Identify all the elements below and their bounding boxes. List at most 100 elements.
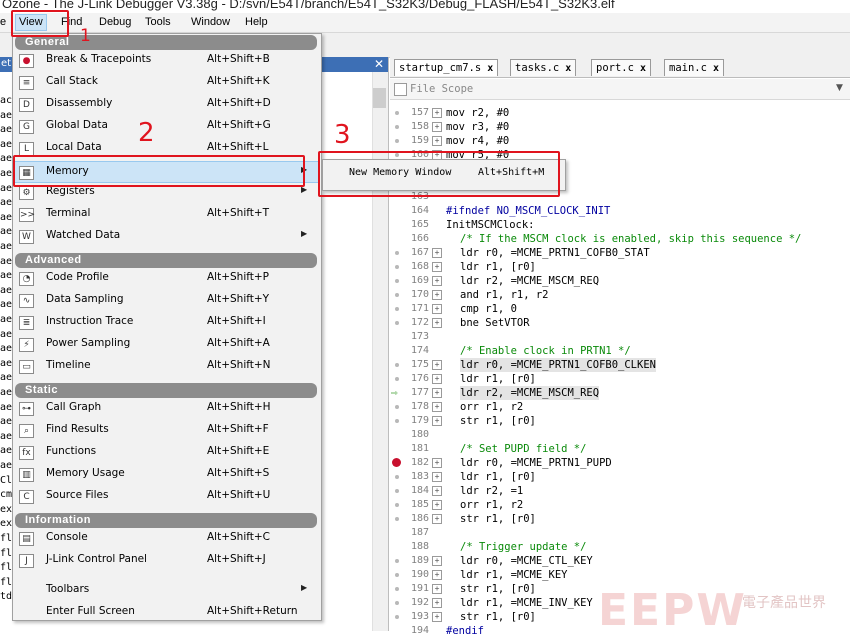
menu-item-instruction-trace[interactable]: ≣ Instruction Trace Alt+Shift+I bbox=[14, 312, 318, 333]
executable-line-icon[interactable] bbox=[395, 251, 399, 255]
source-line[interactable]: 172 + bne SetVTOR bbox=[390, 316, 850, 330]
menu-tools[interactable]: Tools bbox=[142, 15, 174, 30]
menu-item-enter-full-screen[interactable]: Enter Full Screen Alt+Shift+Return bbox=[14, 602, 318, 623]
close-icon[interactable]: x bbox=[487, 63, 493, 74]
expand-icon[interactable]: + bbox=[432, 514, 442, 524]
expand-icon[interactable]: + bbox=[432, 486, 442, 496]
menu-item-console[interactable]: ▤ Console Alt+Shift+C bbox=[14, 528, 318, 549]
source-line[interactable]: 186 + str r1, [r0] bbox=[390, 512, 850, 526]
expand-icon[interactable]: + bbox=[432, 136, 442, 146]
executable-line-icon[interactable] bbox=[395, 559, 399, 563]
expand-icon[interactable]: + bbox=[432, 290, 442, 300]
executable-line-icon[interactable] bbox=[395, 419, 399, 423]
source-line[interactable]: 165 InitMSCMClock: bbox=[390, 218, 850, 232]
source-line[interactable]: 174 /* Enable clock in PRTN1 */ bbox=[390, 344, 850, 358]
source-line[interactable]: 182 + ldr r0, =MCME_PRTN1_PUPD bbox=[390, 456, 850, 470]
menu-help[interactable]: Help bbox=[242, 15, 271, 30]
tab-port[interactable]: port.c x bbox=[591, 59, 651, 76]
expand-icon[interactable]: + bbox=[432, 388, 442, 398]
source-line[interactable]: 184 + ldr r2, =1 bbox=[390, 484, 850, 498]
menu-item-call-stack[interactable]: ≡ Call Stack Alt+Shift+K bbox=[14, 72, 318, 93]
executable-line-icon[interactable] bbox=[395, 377, 399, 381]
expand-icon[interactable]: + bbox=[432, 500, 442, 510]
source-line[interactable]: 190 + ldr r1, =MCME_KEY bbox=[390, 568, 850, 582]
source-line[interactable]: 179 + str r1, [r0] bbox=[390, 414, 850, 428]
menu-item-memory-usage[interactable]: ▥ Memory Usage Alt+Shift+S bbox=[14, 464, 318, 485]
source-line[interactable]: 170 + and r1, r1, r2 bbox=[390, 288, 850, 302]
menu-item-toolbars[interactable]: Toolbars ▶ bbox=[14, 580, 318, 601]
expand-icon[interactable]: + bbox=[432, 416, 442, 426]
expand-icon[interactable]: + bbox=[432, 598, 442, 608]
source-line[interactable]: 181 /* Set PUPD field */ bbox=[390, 442, 850, 456]
expand-icon[interactable]: + bbox=[432, 318, 442, 328]
close-icon[interactable]: x bbox=[640, 63, 646, 74]
expand-icon[interactable]: + bbox=[432, 458, 442, 468]
source-line[interactable]: 158 + mov r3, #0 bbox=[390, 120, 850, 134]
menu-item-data-sampling[interactable]: ∿ Data Sampling Alt+Shift+Y bbox=[14, 290, 318, 311]
source-line[interactable]: 166 /* If the MSCM clock is enabled, skip… bbox=[390, 232, 850, 246]
left-panel-scroll-thumb[interactable] bbox=[373, 88, 386, 108]
executable-line-icon[interactable] bbox=[395, 293, 399, 297]
close-icon[interactable]: ✕ bbox=[372, 57, 386, 72]
expand-icon[interactable]: + bbox=[432, 374, 442, 384]
expand-icon[interactable]: + bbox=[432, 556, 442, 566]
executable-line-icon[interactable] bbox=[395, 601, 399, 605]
executable-line-icon[interactable] bbox=[395, 111, 399, 115]
source-line[interactable]: 175 + ldr r0, =MCME_PRTN1_COFB0_CLKEN bbox=[390, 358, 850, 372]
tab-main[interactable]: main.c x bbox=[664, 59, 724, 76]
expand-icon[interactable]: + bbox=[432, 402, 442, 412]
source-line[interactable]: 157 + mov r2, #0 bbox=[390, 106, 850, 120]
menu-item-global-data[interactable]: G Global Data Alt+Shift+G bbox=[14, 116, 318, 137]
chevron-down-icon[interactable]: ▼ bbox=[836, 83, 843, 93]
source-line[interactable]: ⇨ 177 + ldr r2, =MCME_MSCM_REQ bbox=[390, 386, 850, 400]
menu-item-call-graph[interactable]: ⊶ Call Graph Alt+Shift+H bbox=[14, 398, 318, 419]
executable-line-icon[interactable] bbox=[395, 615, 399, 619]
source-line[interactable]: 159 + mov r4, #0 bbox=[390, 134, 850, 148]
menu-item-break-tracepoints[interactable]: ● Break & Tracepoints Alt+Shift+B bbox=[14, 50, 318, 71]
source-line[interactable]: 189 + ldr r0, =MCME_CTL_KEY bbox=[390, 554, 850, 568]
executable-line-icon[interactable] bbox=[395, 503, 399, 507]
menu-item-functions[interactable]: fx Functions Alt+Shift+E bbox=[14, 442, 318, 463]
menu-item-code-profile[interactable]: ◔ Code Profile Alt+Shift+P bbox=[14, 268, 318, 289]
source-line[interactable]: 169 + ldr r2, =MCME_MSCM_REQ bbox=[390, 274, 850, 288]
expand-icon[interactable]: + bbox=[432, 262, 442, 272]
source-line[interactable]: 171 + cmp r1, 0 bbox=[390, 302, 850, 316]
executable-line-icon[interactable] bbox=[395, 573, 399, 577]
expand-icon[interactable]: + bbox=[432, 108, 442, 118]
source-line[interactable]: 187 bbox=[390, 526, 850, 540]
expand-icon[interactable]: + bbox=[432, 122, 442, 132]
menu-item-watched-data[interactable]: W Watched Data ▶ bbox=[14, 226, 318, 247]
source-line[interactable]: 176 + ldr r1, [r0] bbox=[390, 372, 850, 386]
source-line[interactable]: 173 bbox=[390, 330, 850, 344]
menu-item-power-sampling[interactable]: ⚡ Power Sampling Alt+Shift+A bbox=[14, 334, 318, 355]
source-line[interactable]: 183 + ldr r1, [r0] bbox=[390, 470, 850, 484]
expand-icon[interactable]: + bbox=[432, 276, 442, 286]
close-icon[interactable]: x bbox=[713, 63, 719, 74]
source-line[interactable]: 188 /* Trigger update */ bbox=[390, 540, 850, 554]
executable-line-icon[interactable] bbox=[395, 405, 399, 409]
executable-line-icon[interactable] bbox=[395, 489, 399, 493]
expand-icon[interactable]: + bbox=[432, 472, 442, 482]
expand-icon[interactable]: + bbox=[432, 304, 442, 314]
tab-tasks[interactable]: tasks.c x bbox=[510, 59, 577, 76]
executable-line-icon[interactable] bbox=[395, 475, 399, 479]
menu-debug[interactable]: Debug bbox=[96, 15, 134, 30]
menu-item-jlink-control-panel[interactable]: J J-Link Control Panel Alt+Shift+J bbox=[14, 550, 318, 571]
executable-line-icon[interactable] bbox=[395, 321, 399, 325]
expand-icon[interactable]: + bbox=[432, 612, 442, 622]
expand-icon[interactable]: + bbox=[432, 584, 442, 594]
menu-item-find-results[interactable]: ⌕ Find Results Alt+Shift+F bbox=[14, 420, 318, 441]
executable-line-icon[interactable] bbox=[395, 125, 399, 129]
executable-line-icon[interactable] bbox=[395, 139, 399, 143]
breakpoint-icon[interactable] bbox=[392, 458, 401, 467]
menu-item-source-files[interactable]: C Source Files Alt+Shift+U bbox=[14, 486, 318, 507]
menu-file[interactable]: e bbox=[0, 15, 9, 30]
source-line[interactable]: 185 + orr r1, r2 bbox=[390, 498, 850, 512]
source-line[interactable]: 167 + ldr r0, =MCME_PRTN1_COFB0_STAT bbox=[390, 246, 850, 260]
expand-icon[interactable]: + bbox=[432, 248, 442, 258]
menu-item-disassembly[interactable]: D Disassembly Alt+Shift+D bbox=[14, 94, 318, 115]
executable-line-icon[interactable] bbox=[395, 517, 399, 521]
tab-startup-cm7[interactable]: startup_cm7.s x bbox=[394, 59, 499, 76]
source-line[interactable]: 164 #ifndef NO_MSCM_CLOCK_INIT bbox=[390, 204, 850, 218]
source-line[interactable]: 168 + ldr r1, [r0] bbox=[390, 260, 850, 274]
